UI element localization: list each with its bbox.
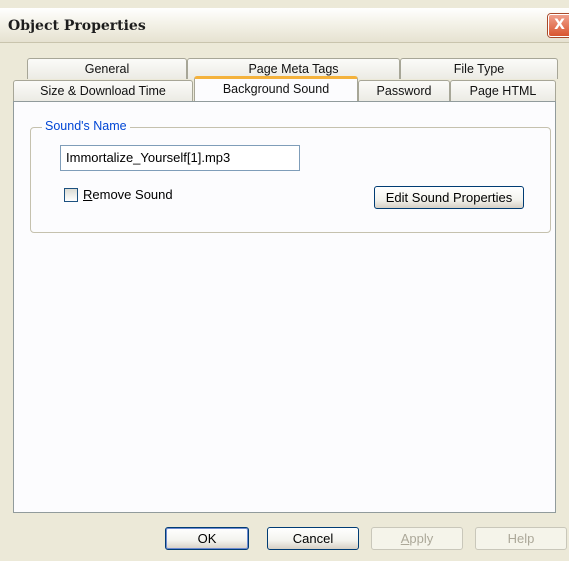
- object-properties-dialog: Object Properties X General Page Meta Ta…: [0, 0, 569, 561]
- remove-sound-accel: R: [83, 187, 93, 202]
- cancel-button[interactable]: Cancel: [267, 527, 359, 550]
- remove-sound-label[interactable]: Remove Sound: [83, 187, 173, 202]
- tab-password[interactable]: Password: [358, 80, 450, 101]
- close-button[interactable]: X: [548, 14, 569, 37]
- apply-button[interactable]: Apply: [371, 527, 463, 550]
- window-title: Object Properties: [8, 18, 146, 34]
- sound-name-groupbox: [30, 127, 551, 233]
- tab-label: Background Sound: [222, 82, 330, 96]
- checkbox-icon[interactable]: [64, 188, 78, 202]
- tab-label: Password: [376, 84, 432, 98]
- tab-label: Size & Download Time: [40, 84, 166, 98]
- close-icon: X: [554, 17, 565, 33]
- button-label: Cancel: [292, 531, 334, 546]
- remove-sound-text: emove Sound: [92, 187, 173, 202]
- tab-label: Page Meta Tags: [248, 62, 339, 76]
- tab-background-sound[interactable]: Background Sound: [194, 76, 358, 101]
- tab-page-html[interactable]: Page HTML: [450, 80, 556, 101]
- apply-text: pply: [409, 531, 434, 546]
- button-label: Edit Sound Properties: [385, 190, 513, 205]
- tab-label: General: [84, 62, 130, 76]
- button-label: OK: [197, 531, 217, 546]
- ok-button[interactable]: OK: [165, 527, 249, 550]
- button-label: Help: [507, 531, 535, 546]
- edit-sound-properties-button[interactable]: Edit Sound Properties: [374, 186, 524, 209]
- sound-name-label: Sound's Name: [42, 119, 130, 133]
- sound-file-field[interactable]: Immortalize_Yourself[1].mp3: [60, 145, 300, 171]
- tab-file-type[interactable]: File Type: [400, 58, 558, 79]
- tab-label: Page HTML: [469, 84, 537, 98]
- help-button[interactable]: Help: [475, 527, 567, 550]
- title-bar: Object Properties X: [0, 8, 569, 43]
- tab-label: File Type: [453, 62, 505, 76]
- tab-general[interactable]: General: [27, 58, 187, 79]
- tab-size-download-time[interactable]: Size & Download Time: [13, 80, 193, 101]
- sound-file-value: Immortalize_Yourself[1].mp3: [66, 150, 231, 165]
